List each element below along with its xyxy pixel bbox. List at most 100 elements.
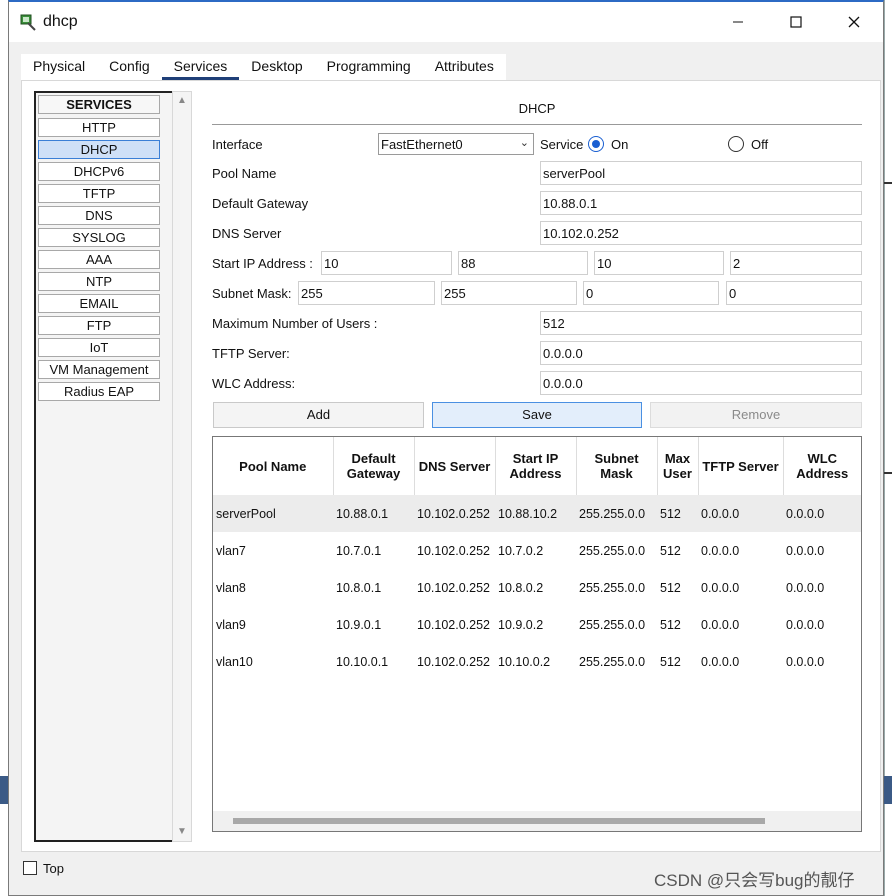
tab-services[interactable]: Services — [161, 54, 240, 80]
wlc-label: WLC Address: — [212, 376, 296, 391]
table-cell: serverPool — [213, 495, 333, 532]
tab-desktop[interactable]: Desktop — [239, 54, 315, 80]
table-cell: 255.255.0.0 — [579, 543, 646, 558]
table-cell: 10.10.0.1 — [336, 654, 389, 669]
sidebar-item-syslog[interactable]: SYSLOG — [38, 228, 160, 247]
sidebar-item-radius-eap[interactable]: Radius EAP — [38, 382, 160, 401]
service-off-radio[interactable] — [728, 136, 744, 152]
tftp-input[interactable]: 0.0.0.0 — [540, 341, 862, 365]
table-cell: 10.102.0.252 — [417, 580, 490, 595]
subnet-octet-4[interactable]: 0 — [726, 281, 862, 305]
table-cell: 10.9.0.1 — [336, 617, 382, 632]
dns-label: DNS Server — [212, 226, 282, 241]
sidebar-scrollbar[interactable]: ▲ ▼ — [172, 91, 192, 842]
service-on-radio[interactable] — [588, 136, 604, 152]
wlc-input[interactable]: 0.0.0.0 — [540, 371, 862, 395]
subnet-octet-1[interactable]: 255 — [298, 281, 435, 305]
sidebar-item-ntp[interactable]: NTP — [38, 272, 160, 291]
interface-value: FastEthernet0 — [381, 137, 463, 152]
table-cell: 10.8.0.2 — [498, 580, 544, 595]
column-header[interactable]: Max User — [657, 437, 699, 495]
table-cell: 512 — [660, 617, 681, 632]
sidebar-item-tftp[interactable]: TFTP — [38, 184, 160, 203]
title-divider — [212, 124, 862, 125]
sidebar-item-iot[interactable]: IoT — [38, 338, 160, 357]
close-button[interactable] — [831, 8, 877, 36]
table-cell: 10.7.0.1 — [336, 543, 382, 558]
gateway-label: Default Gateway — [212, 196, 309, 211]
sidebar-item-aaa[interactable]: AAA — [38, 250, 160, 269]
start-ip-octet-1[interactable]: 10 — [321, 251, 452, 275]
table-row[interactable]: vlan7 10.7.0.1 10.102.0.252 10.7.0.2 255… — [213, 532, 861, 569]
table-cell: 0.0.0.0 — [786, 654, 825, 669]
interface-select[interactable]: FastEthernet0 ⌄ — [378, 133, 534, 155]
table-cell: 255.255.0.0 — [579, 654, 646, 669]
tab-programming[interactable]: Programming — [314, 54, 423, 80]
table-cell: 10.7.0.2 — [498, 543, 544, 558]
max-users-label: Maximum Number of Users : — [212, 316, 378, 331]
table-cell: 512 — [657, 495, 698, 532]
scroll-down-icon[interactable]: ▼ — [173, 823, 191, 841]
column-header[interactable]: Subnet Mask — [576, 437, 658, 495]
sidebar-item-dns[interactable]: DNS — [38, 206, 160, 225]
minimize-button[interactable] — [715, 8, 761, 36]
remove-button[interactable]: Remove — [650, 402, 862, 428]
table-row[interactable]: serverPool 10.88.0.1 10.102.0.252 10.88.… — [213, 495, 861, 532]
column-header[interactable]: Default Gateway — [333, 437, 415, 495]
sidebar-item-dhcp[interactable]: DHCP — [38, 140, 160, 159]
table-row[interactable]: vlan10 10.10.0.1 10.102.0.252 10.10.0.2 … — [213, 643, 861, 680]
sidebar-item-ftp[interactable]: FTP — [38, 316, 160, 335]
table-cell: 10.88.0.1 — [333, 495, 414, 532]
table-cell: 0.0.0.0 — [701, 580, 740, 595]
add-button[interactable]: Add — [213, 402, 424, 428]
table-horizontal-scrollbar[interactable] — [213, 811, 861, 831]
title-bar[interactable]: dhcp — [9, 2, 883, 42]
table-cell: 0.0.0.0 — [786, 543, 825, 558]
sidebar-item-dhcpv6[interactable]: DHCPv6 — [38, 162, 160, 181]
subnet-octet-2[interactable]: 255 — [441, 281, 577, 305]
column-header[interactable]: DNS Server — [414, 437, 496, 495]
column-header[interactable]: Start IP Address — [495, 437, 577, 495]
sidebar-header: SERVICES — [38, 95, 160, 114]
table-row[interactable]: vlan8 10.8.0.1 10.102.0.252 10.8.0.2 255… — [213, 569, 861, 606]
table-cell: 10.102.0.252 — [417, 617, 490, 632]
table-cell: 255.255.0.0 — [579, 580, 646, 595]
column-header[interactable]: WLC Address — [783, 437, 861, 495]
table-cell: 255.255.0.0 — [576, 495, 657, 532]
pool-table-grid: Pool Name Default Gateway DNS Server Sta… — [213, 437, 861, 680]
scrollbar-thumb[interactable] — [233, 818, 765, 824]
table-cell: 10.8.0.1 — [336, 580, 382, 595]
start-ip-octet-3[interactable]: 10 — [594, 251, 724, 275]
start-ip-label: Start IP Address : — [212, 256, 313, 271]
sidebar-item-vm-management[interactable]: VM Management — [38, 360, 160, 379]
max-users-input[interactable]: 512 — [540, 311, 862, 335]
close-icon — [848, 16, 860, 28]
column-header[interactable]: Pool Name — [213, 437, 334, 495]
save-button[interactable]: Save — [432, 402, 642, 428]
tab-attributes[interactable]: Attributes — [422, 54, 506, 80]
maximize-button[interactable] — [773, 8, 819, 36]
top-checkbox[interactable] — [23, 861, 37, 875]
sidebar-item-http[interactable]: HTTP — [38, 118, 160, 137]
dhcp-content: DHCP Interface FastEthernet0 ⌄ Service O… — [202, 81, 872, 851]
minimize-icon — [733, 21, 743, 23]
table-cell: 0.0.0.0 — [701, 654, 740, 669]
start-ip-octet-2[interactable]: 88 — [458, 251, 588, 275]
pool-table: Pool Name Default Gateway DNS Server Sta… — [212, 436, 862, 832]
start-ip-octet-4[interactable]: 2 — [730, 251, 862, 275]
tab-physical[interactable]: Physical — [21, 54, 98, 80]
dns-input[interactable]: 10.102.0.252 — [540, 221, 862, 245]
table-cell: vlan9 — [216, 617, 246, 632]
table-row[interactable]: vlan9 10.9.0.1 10.102.0.252 10.9.0.2 255… — [213, 606, 861, 643]
tab-config[interactable]: Config — [97, 54, 162, 80]
scroll-up-icon[interactable]: ▲ — [173, 92, 191, 110]
sidebar-item-email[interactable]: EMAIL — [38, 294, 160, 313]
table-cell: 0.0.0.0 — [783, 495, 861, 532]
column-header[interactable]: TFTP Server — [698, 437, 784, 495]
subnet-octet-3[interactable]: 0 — [583, 281, 719, 305]
table-cell: 10.9.0.2 — [498, 617, 544, 632]
table-header-row: Pool Name Default Gateway DNS Server Sta… — [213, 437, 861, 495]
pool-name-input[interactable]: serverPool — [540, 161, 862, 185]
gateway-input[interactable]: 10.88.0.1 — [540, 191, 862, 215]
subnet-label: Subnet Mask: — [212, 286, 292, 301]
